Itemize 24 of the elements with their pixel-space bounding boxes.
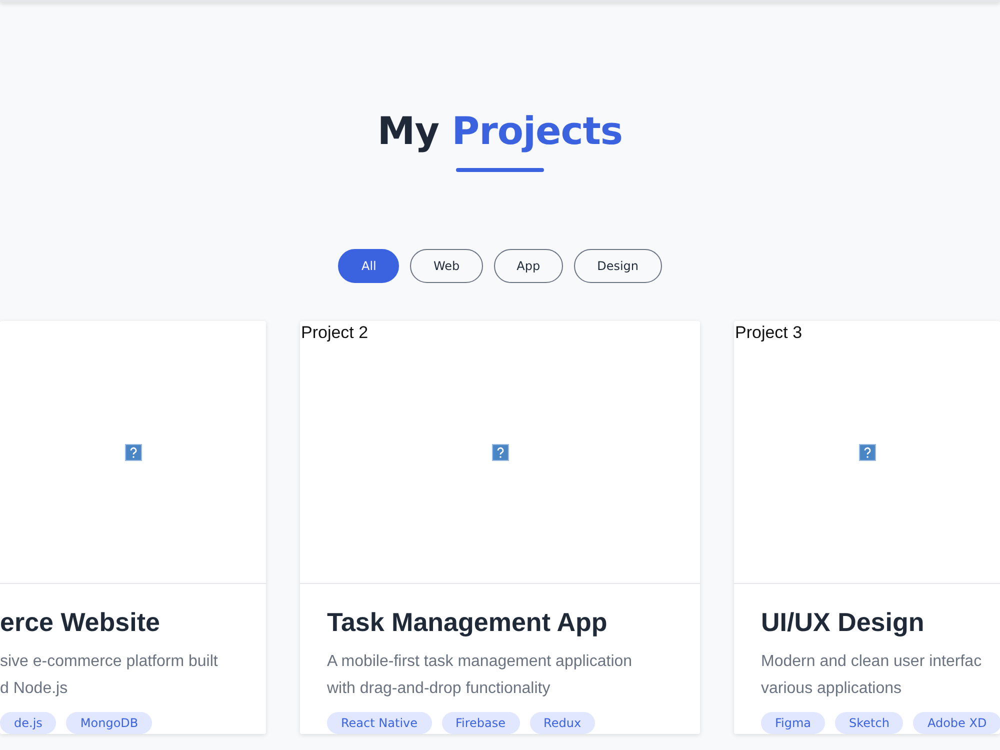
image-alt-text: Project 2	[301, 323, 368, 343]
tech-tag: Firebase	[442, 712, 520, 734]
project-title: UI/UX Design	[761, 606, 924, 638]
tech-tag: de.js	[0, 712, 56, 734]
tech-tag: Adobe XD	[913, 712, 1000, 734]
project-title: Task Management App	[327, 606, 608, 638]
tech-tag: React Native	[327, 712, 432, 734]
broken-image-icon	[124, 444, 142, 460]
filter-button[interactable]: All	[338, 249, 400, 283]
image-alt-text: Project 3	[735, 323, 802, 343]
tech-tag: Redux	[530, 712, 596, 734]
project-title: erce Website	[0, 606, 160, 638]
project-description: sive e-commerce platform built d Node.js	[0, 652, 218, 699]
filter-button[interactable]: Web	[410, 249, 483, 283]
broken-image-icon	[858, 444, 876, 460]
filter-button[interactable]: App	[494, 249, 564, 283]
section-title: My Projects	[377, 108, 623, 155]
tech-tag: MongoDB	[66, 712, 152, 734]
project-description: A mobile-first task management application with drag-and-drop functionality	[327, 652, 632, 699]
tech-tag: Figma	[761, 712, 826, 734]
project-description: Modern and clean user interfac various applications	[761, 652, 982, 699]
broken-image-icon	[492, 444, 508, 460]
tech-tag: Sketch	[835, 712, 904, 734]
filter-button[interactable]: Design	[574, 249, 662, 283]
